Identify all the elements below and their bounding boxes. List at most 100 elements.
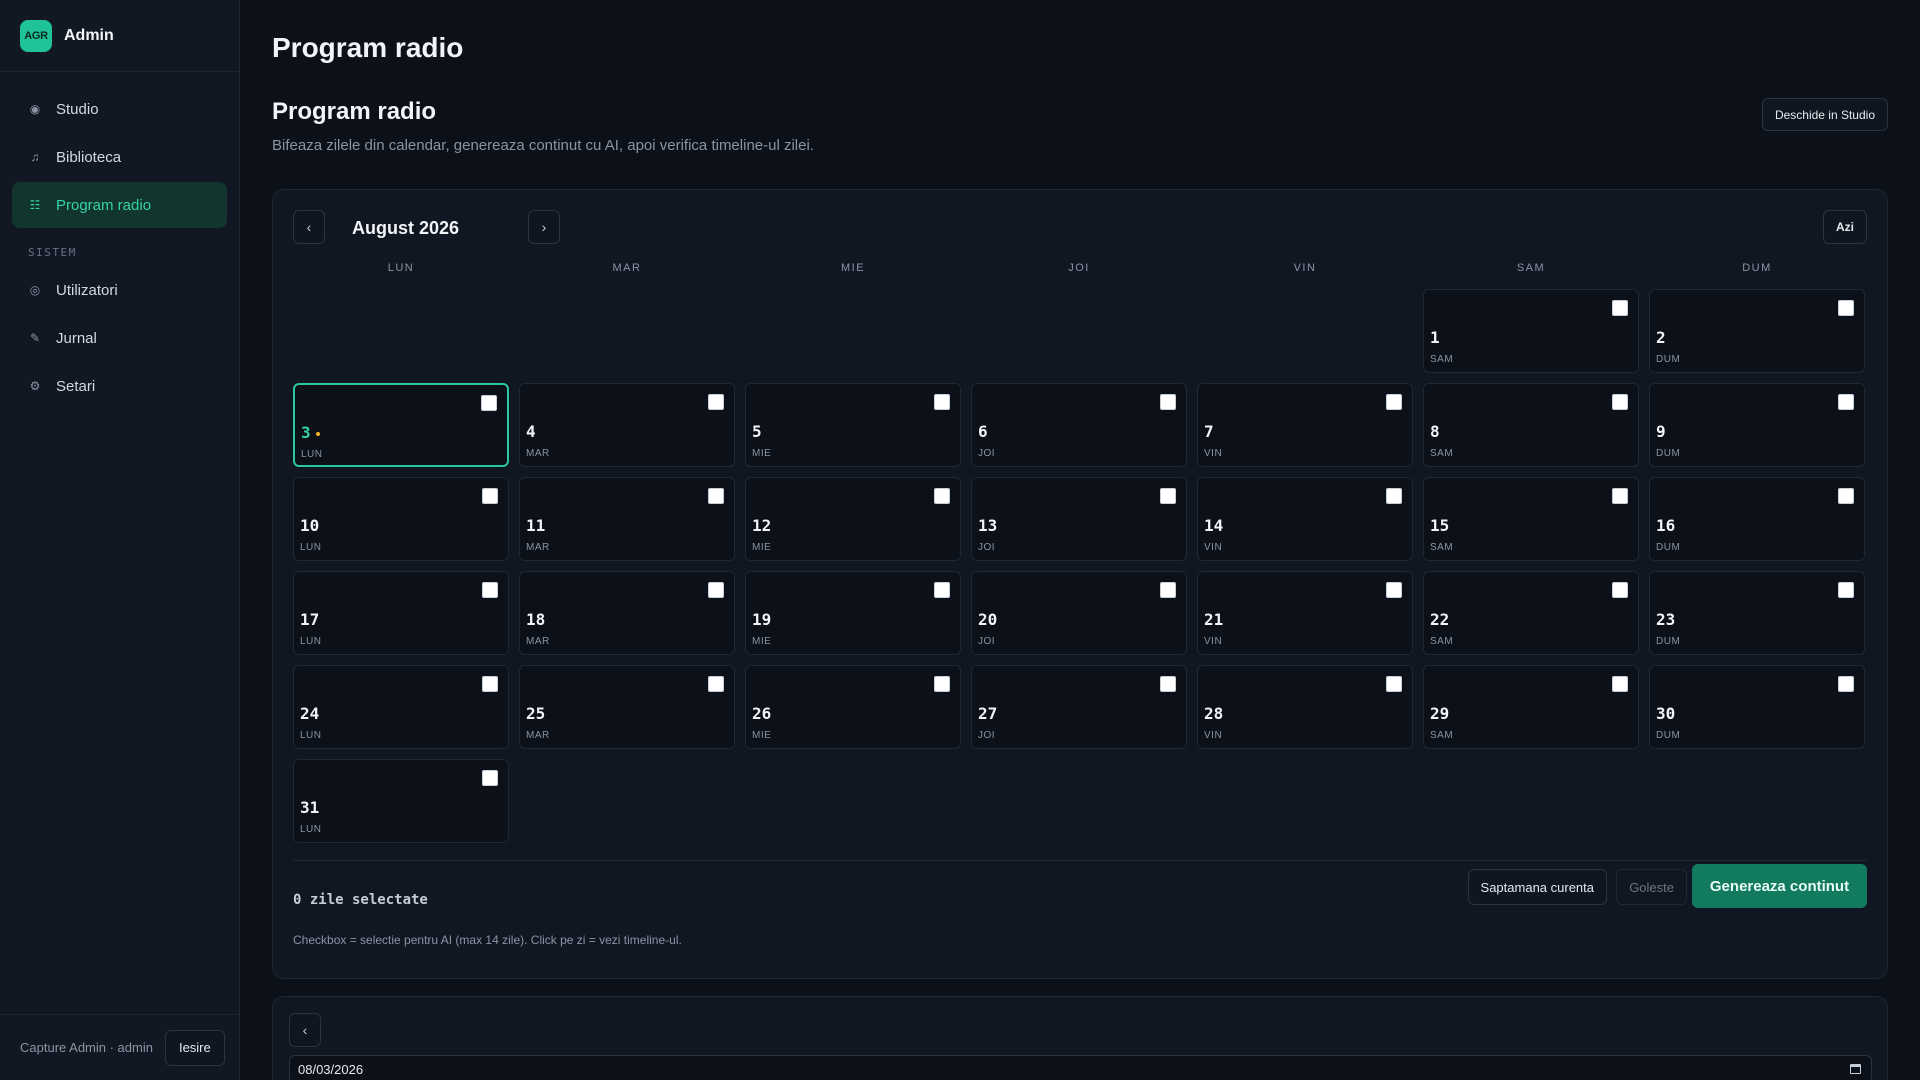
day-checkbox[interactable] bbox=[1386, 582, 1402, 598]
day-checkbox[interactable] bbox=[1386, 394, 1402, 410]
day-cell-15[interactable]: 15 SAM bbox=[1423, 477, 1639, 561]
day-checkbox[interactable] bbox=[1386, 676, 1402, 692]
day-cell-1[interactable]: 1 SAM bbox=[1423, 289, 1639, 373]
day-checkbox[interactable] bbox=[1612, 300, 1628, 316]
calendar-icon[interactable] bbox=[1850, 1064, 1861, 1074]
logout-button[interactable]: Iesire bbox=[164, 1029, 225, 1066]
back-button[interactable]: ‹ bbox=[289, 1013, 321, 1047]
day-checkbox[interactable] bbox=[1160, 676, 1176, 692]
day-cell-9[interactable]: 9 DUM bbox=[1649, 383, 1865, 467]
day-number: 21 bbox=[1204, 610, 1224, 629]
day-checkbox[interactable] bbox=[934, 488, 950, 504]
day-weekday-label: LUN bbox=[300, 636, 322, 647]
day-cell-8[interactable]: 8 SAM bbox=[1423, 383, 1639, 467]
day-checkbox[interactable] bbox=[1612, 676, 1628, 692]
day-checkbox[interactable] bbox=[482, 582, 498, 598]
day-checkbox[interactable] bbox=[1838, 582, 1854, 598]
day-weekday-label: MIE bbox=[752, 448, 772, 459]
sidebar-item-biblioteca[interactable]: ♫ Biblioteca bbox=[12, 134, 227, 180]
date-input[interactable]: 08/03/2026 bbox=[289, 1055, 1872, 1080]
day-cell-24[interactable]: 24 LUN bbox=[293, 665, 509, 749]
day-checkbox[interactable] bbox=[1612, 394, 1628, 410]
brand: AGR Admin bbox=[0, 0, 239, 72]
day-cell-2[interactable]: 2 DUM bbox=[1649, 289, 1865, 373]
day-cell-18[interactable]: 18 MAR bbox=[519, 571, 735, 655]
sidebar-item-label: Program radio bbox=[56, 196, 152, 214]
open-studio-button[interactable]: Deschide in Studio bbox=[1761, 98, 1888, 131]
day-checkbox[interactable] bbox=[934, 582, 950, 598]
timeline-card: ‹ 08/03/2026 bbox=[272, 996, 1888, 1080]
sidebar-item-utilizatori[interactable]: ◎ Utilizatori bbox=[12, 267, 227, 313]
today-button[interactable]: Azi bbox=[1823, 210, 1867, 244]
day-cell-20[interactable]: 20 JOI bbox=[971, 571, 1187, 655]
day-cell-31[interactable]: 31 LUN bbox=[293, 759, 509, 843]
day-checkbox[interactable] bbox=[482, 676, 498, 692]
sidebar-nav: ◉ Studio ♫ Biblioteca ☷ Program radio SI… bbox=[0, 72, 239, 409]
day-weekday-label: SAM bbox=[1430, 636, 1454, 647]
day-cell-27[interactable]: 27 JOI bbox=[971, 665, 1187, 749]
day-cell-29[interactable]: 29 SAM bbox=[1423, 665, 1639, 749]
day-cell-25[interactable]: 25 MAR bbox=[519, 665, 735, 749]
generate-content-button[interactable]: Genereaza continut bbox=[1692, 864, 1867, 908]
sidebar-item-setari[interactable]: ⚙ Setari bbox=[12, 363, 227, 409]
day-cell-5[interactable]: 5 MIE bbox=[745, 383, 961, 467]
day-checkbox[interactable] bbox=[482, 770, 498, 786]
day-checkbox[interactable] bbox=[708, 394, 724, 410]
day-checkbox[interactable] bbox=[934, 676, 950, 692]
day-checkbox[interactable] bbox=[1160, 394, 1176, 410]
day-number: 14 bbox=[1204, 516, 1224, 535]
day-number: 25 bbox=[526, 704, 546, 723]
next-month-button[interactable]: › bbox=[528, 210, 560, 244]
day-weekday-label: SAM bbox=[1430, 354, 1454, 365]
day-checkbox[interactable] bbox=[1838, 394, 1854, 410]
day-cell-28[interactable]: 28 VIN bbox=[1197, 665, 1413, 749]
day-cell-13[interactable]: 13 JOI bbox=[971, 477, 1187, 561]
day-checkbox[interactable] bbox=[1612, 488, 1628, 504]
day-cell-30[interactable]: 30 DUM bbox=[1649, 665, 1865, 749]
day-number: 29 bbox=[1430, 704, 1450, 723]
day-checkbox[interactable] bbox=[482, 488, 498, 504]
day-cell-17[interactable]: 17 LUN bbox=[293, 571, 509, 655]
sidebar-item-program-radio[interactable]: ☷ Program radio bbox=[12, 182, 227, 228]
day-weekday-label: MIE bbox=[752, 542, 772, 553]
day-cell-23[interactable]: 23 DUM bbox=[1649, 571, 1865, 655]
day-cell-26[interactable]: 26 MIE bbox=[745, 665, 961, 749]
day-cell-11[interactable]: 11 MAR bbox=[519, 477, 735, 561]
day-cell-22[interactable]: 22 SAM bbox=[1423, 571, 1639, 655]
day-cell-12[interactable]: 12 MIE bbox=[745, 477, 961, 561]
day-cell-7[interactable]: 7 VIN bbox=[1197, 383, 1413, 467]
day-cell-14[interactable]: 14 VIN bbox=[1197, 477, 1413, 561]
day-weekday-label: LUN bbox=[301, 449, 323, 460]
day-checkbox[interactable] bbox=[708, 488, 724, 504]
day-checkbox[interactable] bbox=[1160, 582, 1176, 598]
day-cell-16[interactable]: 16 DUM bbox=[1649, 477, 1865, 561]
day-checkbox[interactable] bbox=[1838, 488, 1854, 504]
day-cell-10[interactable]: 10 LUN bbox=[293, 477, 509, 561]
day-checkbox[interactable] bbox=[1160, 488, 1176, 504]
day-number: 31 bbox=[300, 798, 320, 817]
day-weekday-label: VIN bbox=[1204, 542, 1223, 553]
day-checkbox[interactable] bbox=[1838, 300, 1854, 316]
day-checkbox[interactable] bbox=[481, 395, 497, 411]
day-number: 2 bbox=[1656, 328, 1666, 347]
day-number: 22 bbox=[1430, 610, 1450, 629]
day-checkbox[interactable] bbox=[1386, 488, 1402, 504]
day-checkbox[interactable] bbox=[708, 582, 724, 598]
current-week-button[interactable]: Saptamana curenta bbox=[1467, 869, 1607, 905]
sidebar: AGR Admin ◉ Studio ♫ Biblioteca ☷ Progra… bbox=[0, 0, 240, 1080]
day-cell-6[interactable]: 6 JOI bbox=[971, 383, 1187, 467]
day-checkbox[interactable] bbox=[1838, 676, 1854, 692]
sidebar-item-studio[interactable]: ◉ Studio bbox=[12, 86, 227, 132]
day-cell-19[interactable]: 19 MIE bbox=[745, 571, 961, 655]
day-cell-3[interactable]: 3 LUN bbox=[293, 383, 509, 467]
day-checkbox[interactable] bbox=[934, 394, 950, 410]
section-title: Program radio bbox=[272, 98, 437, 125]
sidebar-item-jurnal[interactable]: ✎ Jurnal bbox=[12, 315, 227, 361]
day-checkbox[interactable] bbox=[708, 676, 724, 692]
day-cell-21[interactable]: 21 VIN bbox=[1197, 571, 1413, 655]
day-number: 16 bbox=[1656, 516, 1676, 535]
day-weekday-label: JOI bbox=[978, 542, 996, 553]
day-cell-4[interactable]: 4 MAR bbox=[519, 383, 735, 467]
clear-selection-button[interactable]: Goleste bbox=[1616, 869, 1687, 905]
day-checkbox[interactable] bbox=[1612, 582, 1628, 598]
